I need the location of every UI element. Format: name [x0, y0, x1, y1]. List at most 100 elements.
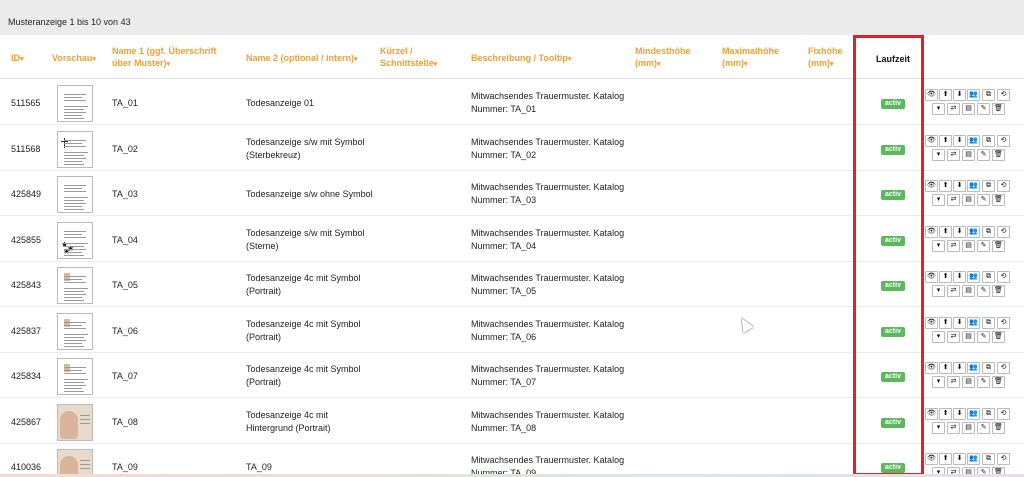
users-icon[interactable]: 👥: [967, 362, 980, 374]
trash-icon[interactable]: 🗑: [992, 194, 1005, 206]
copy-icon[interactable]: ⧉: [982, 226, 995, 238]
file-icon[interactable]: ▤: [962, 103, 975, 115]
swap-icon[interactable]: ⇄: [947, 376, 960, 388]
eye-icon[interactable]: 👁: [925, 453, 938, 465]
swap-icon[interactable]: ⇄: [947, 285, 960, 297]
reload-icon[interactable]: ⟲: [997, 226, 1010, 238]
swap-icon[interactable]: ⇄: [947, 240, 960, 252]
swap-icon[interactable]: ⇄: [947, 422, 960, 434]
reload-icon[interactable]: ⟲: [997, 408, 1010, 420]
copy-icon[interactable]: ⧉: [982, 408, 995, 420]
file-icon[interactable]: ▤: [962, 285, 975, 297]
reload-icon[interactable]: ⟲: [997, 317, 1010, 329]
file-icon[interactable]: ▤: [962, 331, 975, 343]
trash-icon[interactable]: 🗑: [992, 103, 1005, 115]
dropdown-caret-icon[interactable]: ▾: [932, 422, 945, 434]
swap-icon[interactable]: ⇄: [947, 149, 960, 161]
trash-icon[interactable]: 🗑: [992, 422, 1005, 434]
eye-icon[interactable]: 👁: [925, 408, 938, 420]
row-preview-thumbnail[interactable]: [57, 404, 93, 441]
copy-icon[interactable]: ⧉: [982, 317, 995, 329]
column-header-id[interactable]: ID▾: [11, 52, 24, 66]
pencil-icon[interactable]: ✎: [977, 285, 990, 297]
dropdown-caret-icon[interactable]: ▾: [932, 240, 945, 252]
arrow-down-icon[interactable]: ⬇: [953, 89, 966, 101]
pencil-icon[interactable]: ✎: [977, 103, 990, 115]
dropdown-caret-icon[interactable]: ▾: [932, 149, 945, 161]
dropdown-caret-icon[interactable]: ▾: [932, 285, 945, 297]
swap-icon[interactable]: ⇄: [947, 103, 960, 115]
reload-icon[interactable]: ⟲: [997, 89, 1010, 101]
copy-icon[interactable]: ⧉: [982, 135, 995, 147]
eye-icon[interactable]: 👁: [925, 362, 938, 374]
arrow-down-icon[interactable]: ⬇: [953, 408, 966, 420]
arrow-up-icon[interactable]: ⬆: [939, 135, 952, 147]
copy-icon[interactable]: ⧉: [982, 180, 995, 192]
column-header-name1[interactable]: Name 1 (ggf. Überschrift über Muster)▾: [112, 45, 217, 71]
arrow-up-icon[interactable]: ⬆: [939, 362, 952, 374]
column-header-name2[interactable]: Name 2 (optional / intern)▾: [246, 52, 358, 66]
row-preview-thumbnail[interactable]: [57, 131, 93, 168]
dropdown-caret-icon[interactable]: ▾: [932, 376, 945, 388]
users-icon[interactable]: 👥: [967, 226, 980, 238]
pencil-icon[interactable]: ✎: [977, 240, 990, 252]
copy-icon[interactable]: ⧉: [982, 362, 995, 374]
row-preview-thumbnail[interactable]: [57, 449, 93, 477]
users-icon[interactable]: 👥: [967, 453, 980, 465]
users-icon[interactable]: 👥: [967, 135, 980, 147]
swap-icon[interactable]: ⇄: [947, 331, 960, 343]
arrow-up-icon[interactable]: ⬆: [939, 453, 952, 465]
reload-icon[interactable]: ⟲: [997, 453, 1010, 465]
dropdown-caret-icon[interactable]: ▾: [932, 331, 945, 343]
row-preview-thumbnail[interactable]: [57, 176, 93, 213]
eye-icon[interactable]: 👁: [925, 317, 938, 329]
arrow-up-icon[interactable]: ⬆: [939, 408, 952, 420]
arrow-up-icon[interactable]: ⬆: [939, 89, 952, 101]
file-icon[interactable]: ▤: [962, 240, 975, 252]
arrow-down-icon[interactable]: ⬇: [953, 317, 966, 329]
file-icon[interactable]: ▤: [962, 422, 975, 434]
eye-icon[interactable]: 👁: [925, 180, 938, 192]
trash-icon[interactable]: 🗑: [992, 149, 1005, 161]
arrow-down-icon[interactable]: ⬇: [953, 180, 966, 192]
dropdown-caret-icon[interactable]: ▾: [932, 194, 945, 206]
reload-icon[interactable]: ⟲: [997, 362, 1010, 374]
pencil-icon[interactable]: ✎: [977, 376, 990, 388]
trash-icon[interactable]: 🗑: [992, 376, 1005, 388]
trash-icon[interactable]: 🗑: [992, 285, 1005, 297]
column-header-description[interactable]: Beschreibung / Tooltip▾: [471, 52, 571, 66]
eye-icon[interactable]: 👁: [925, 135, 938, 147]
arrow-down-icon[interactable]: ⬇: [953, 135, 966, 147]
arrow-down-icon[interactable]: ⬇: [953, 226, 966, 238]
row-preview-thumbnail[interactable]: [57, 85, 93, 122]
arrow-up-icon[interactable]: ⬆: [939, 271, 952, 283]
arrow-up-icon[interactable]: ⬆: [939, 226, 952, 238]
arrow-up-icon[interactable]: ⬆: [939, 317, 952, 329]
reload-icon[interactable]: ⟲: [997, 180, 1010, 192]
pencil-icon[interactable]: ✎: [977, 194, 990, 206]
file-icon[interactable]: ▤: [962, 149, 975, 161]
pencil-icon[interactable]: ✎: [977, 422, 990, 434]
users-icon[interactable]: 👥: [967, 89, 980, 101]
pencil-icon[interactable]: ✎: [977, 331, 990, 343]
copy-icon[interactable]: ⧉: [982, 453, 995, 465]
users-icon[interactable]: 👥: [967, 408, 980, 420]
row-preview-thumbnail[interactable]: [57, 313, 93, 350]
row-preview-thumbnail[interactable]: [57, 358, 93, 395]
file-icon[interactable]: ▤: [962, 194, 975, 206]
copy-icon[interactable]: ⧉: [982, 89, 995, 101]
row-preview-thumbnail[interactable]: ★★★: [57, 222, 93, 259]
column-header-preview[interactable]: Vorschau▾: [52, 52, 96, 66]
eye-icon[interactable]: 👁: [925, 226, 938, 238]
pencil-icon[interactable]: ✎: [977, 149, 990, 161]
column-header-fix-height[interactable]: Fixhöhe (mm)▾: [808, 45, 843, 71]
arrow-down-icon[interactable]: ⬇: [953, 271, 966, 283]
file-icon[interactable]: ▤: [962, 376, 975, 388]
arrow-up-icon[interactable]: ⬆: [939, 180, 952, 192]
swap-icon[interactable]: ⇄: [947, 194, 960, 206]
row-preview-thumbnail[interactable]: [57, 267, 93, 304]
eye-icon[interactable]: 👁: [925, 89, 938, 101]
copy-icon[interactable]: ⧉: [982, 271, 995, 283]
trash-icon[interactable]: 🗑: [992, 331, 1005, 343]
trash-icon[interactable]: 🗑: [992, 240, 1005, 252]
